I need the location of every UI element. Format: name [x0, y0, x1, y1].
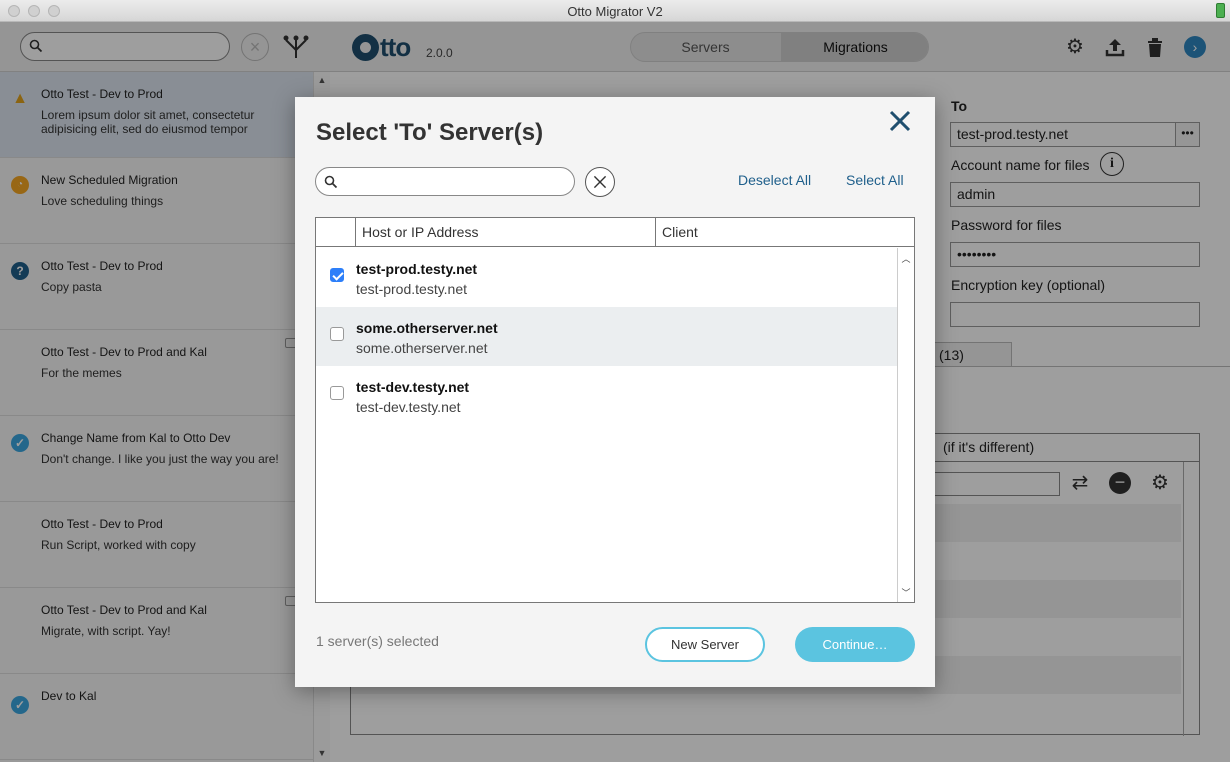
- server-table: Host or IP Address Client test-prod.test…: [315, 217, 915, 603]
- title-bar: Otto Migrator V2: [0, 0, 1230, 22]
- host-name: some.otherserver.net: [356, 320, 498, 336]
- host-address: test-prod.testy.net: [356, 281, 468, 297]
- client-column-header[interactable]: Client: [656, 218, 914, 246]
- host-address: test-dev.testy.net: [356, 399, 461, 415]
- window-title: Otto Migrator V2: [567, 4, 663, 19]
- select-column-header: [316, 218, 356, 246]
- selection-count: 1 server(s) selected: [316, 633, 439, 649]
- host-address: some.otherserver.net: [356, 340, 488, 356]
- table-row[interactable]: test-dev.testy.net test-dev.testy.net: [316, 366, 897, 425]
- search-icon: [324, 175, 338, 189]
- table-row[interactable]: some.otherserver.net some.otherserver.ne…: [316, 307, 897, 366]
- table-row[interactable]: test-prod.testy.net test-prod.testy.net: [316, 248, 897, 307]
- continue-button[interactable]: Continue…: [795, 627, 915, 662]
- select-all-link[interactable]: Select All: [846, 172, 904, 188]
- battery-icon: [1216, 3, 1225, 18]
- host-name: test-dev.testy.net: [356, 379, 470, 395]
- row-checkbox[interactable]: [330, 327, 344, 341]
- select-server-dialog: Select 'To' Server(s) Deselect All Selec…: [295, 97, 935, 687]
- host-column-header[interactable]: Host or IP Address: [356, 218, 656, 246]
- new-server-button[interactable]: New Server: [645, 627, 765, 662]
- server-search-input[interactable]: [342, 171, 567, 192]
- row-checkbox[interactable]: [330, 268, 344, 282]
- deselect-all-link[interactable]: Deselect All: [738, 172, 811, 188]
- clear-search-icon[interactable]: [585, 167, 615, 197]
- table-header: Host or IP Address Client: [316, 218, 914, 247]
- host-name: test-prod.testy.net: [356, 261, 478, 277]
- scroll-down-icon[interactable]: ﹀: [898, 586, 914, 599]
- table-scrollbar[interactable]: ︿ ﹀: [897, 248, 914, 602]
- table-body: test-prod.testy.net test-prod.testy.net …: [316, 248, 897, 602]
- row-checkbox[interactable]: [330, 386, 344, 400]
- dialog-title: Select 'To' Server(s): [316, 119, 544, 146]
- close-icon[interactable]: [888, 109, 912, 133]
- scroll-up-icon[interactable]: ︿: [898, 252, 914, 265]
- server-search: [315, 167, 575, 196]
